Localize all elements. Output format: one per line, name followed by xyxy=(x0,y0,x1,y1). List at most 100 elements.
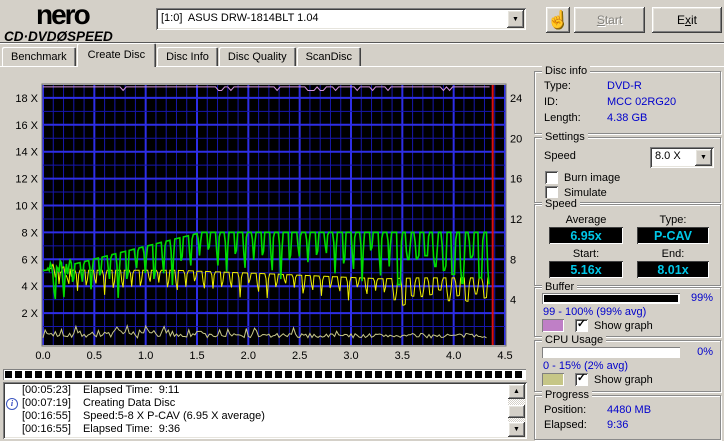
log-line: i [00:07:19] Creating Data Disc xyxy=(5,397,507,410)
check-icon: ✓ xyxy=(576,318,587,330)
tab-create-disc[interactable]: Create Disc xyxy=(76,43,157,67)
svg-text:0.5: 0.5 xyxy=(87,350,102,362)
cpu-show-graph-checkbox[interactable]: ✓ xyxy=(575,373,588,386)
cpu-show-graph-label: Show graph xyxy=(594,373,653,386)
start-speed-label: Start: xyxy=(572,248,600,260)
end-speed-label: End: xyxy=(661,248,685,260)
buffer-level-meter xyxy=(542,293,680,304)
svg-text:2.5: 2.5 xyxy=(292,350,307,362)
info-icon: i xyxy=(6,398,18,410)
buffer-group: Buffer 99% 99 - 100% (99% avg) ✓ Show gr… xyxy=(534,281,721,337)
disc-id-label: ID: xyxy=(544,96,559,108)
burn-image-checkbox-row: Burn image xyxy=(545,171,620,184)
start-speed-value: 5.16x xyxy=(549,261,623,278)
progress-group: Progress Position: 4480 MB Elapsed: 9:36 xyxy=(534,389,721,440)
cpu-usage-meter xyxy=(542,347,680,358)
log-scrollbar[interactable]: ▲ ▼ xyxy=(508,384,525,437)
buffer-graph-row: ✓ Show graph xyxy=(542,319,653,332)
disc-id-value: MCC 02RG20 xyxy=(607,96,677,108)
chevron-down-icon[interactable]: ▼ xyxy=(695,149,712,166)
buffer-range: 99 - 100% (99% avg) xyxy=(543,306,647,318)
log-timestamp: [00:05:23] xyxy=(22,384,71,396)
average-speed-label: Average xyxy=(565,214,607,226)
svg-text:4 X: 4 X xyxy=(21,281,38,293)
buffer-level-fill xyxy=(544,295,678,302)
write-speed-label: Speed xyxy=(544,150,576,162)
disc-type-label: Type: xyxy=(544,80,571,92)
position-label: Position: xyxy=(544,404,587,416)
scroll-up-button[interactable]: ▲ xyxy=(508,384,525,399)
log-message: Creating Data Disc xyxy=(82,397,176,409)
log-lines: [00:05:23] Elapsed Time: 9:11 i [00:07:19] C… xyxy=(5,384,507,437)
log-message: Elapsed Time: 9:11 xyxy=(82,384,180,396)
svg-text:4: 4 xyxy=(510,295,516,307)
burn-image-label: Burn image xyxy=(564,171,621,184)
svg-text:6 X: 6 X xyxy=(21,254,38,266)
cpu-percent: 0% xyxy=(697,346,713,358)
scroll-down-button[interactable]: ▼ xyxy=(508,422,525,437)
log-message: Speed:5-8 X P-CAV (6.95 X average) xyxy=(82,410,265,422)
svg-text:12: 12 xyxy=(510,214,522,226)
log-message: Elapsed Time: 9:36 xyxy=(82,423,181,435)
svg-text:18 X: 18 X xyxy=(15,93,38,105)
speed-type-label: Type: xyxy=(659,214,687,226)
svg-text:14 X: 14 X xyxy=(15,147,38,159)
svg-text:1.5: 1.5 xyxy=(189,350,204,362)
svg-text:0.0: 0.0 xyxy=(35,350,50,362)
svg-text:16 X: 16 X xyxy=(15,120,38,132)
group-title: Progress xyxy=(542,389,593,401)
svg-text:8 X: 8 X xyxy=(21,227,38,239)
svg-text:1.0: 1.0 xyxy=(138,350,153,362)
group-title: Speed xyxy=(542,198,580,210)
buffer-color-swatch xyxy=(542,319,564,332)
scrollbar-thumb[interactable] xyxy=(508,405,525,418)
disc-info-group: Disc info Type: DVD-R ID: MCC 02RG20 Len… xyxy=(534,65,721,134)
position-value: 4480 MB xyxy=(607,404,652,416)
simulate-label: Simulate xyxy=(564,186,607,199)
check-icon: ✓ xyxy=(576,372,587,384)
speed-group: Speed Average Type: 6.95x P-CAV Start: E… xyxy=(534,198,721,286)
write-position-stripes xyxy=(5,371,524,378)
log-line: [00:05:23] Elapsed Time: 9:11 xyxy=(5,384,507,397)
svg-text:3.0: 3.0 xyxy=(343,350,358,362)
svg-text:20: 20 xyxy=(510,133,522,145)
svg-text:3.5: 3.5 xyxy=(395,350,410,362)
write-speed-value: 8.0 X xyxy=(655,150,681,162)
burn-image-checkbox[interactable] xyxy=(545,171,558,184)
end-speed-value: 8.01x xyxy=(637,261,709,278)
write-speed-dropdown[interactable]: 8.0 X ▼ xyxy=(650,147,714,168)
buffer-show-graph-label: Show graph xyxy=(594,319,653,332)
svg-text:4.5: 4.5 xyxy=(497,350,512,362)
svg-text:16: 16 xyxy=(510,174,522,186)
group-title: CPU Usage xyxy=(542,334,607,346)
cpu-range: 0 - 15% (2% avg) xyxy=(543,360,628,372)
arrow-up-icon: ▲ xyxy=(513,388,520,395)
svg-text:4.0: 4.0 xyxy=(446,350,461,362)
log-timestamp: [00:16:55] xyxy=(22,423,71,435)
group-title: Settings xyxy=(542,131,588,143)
svg-text:2.0: 2.0 xyxy=(241,350,256,362)
disc-length-label: Length: xyxy=(544,112,581,124)
log-timestamp: [00:16:55] xyxy=(22,410,71,422)
svg-text:12 X: 12 X xyxy=(15,174,38,186)
svg-text:10 X: 10 X xyxy=(15,201,38,213)
cpu-graph-row: ✓ Show graph xyxy=(542,373,653,386)
disc-type-value: DVD-R xyxy=(607,80,642,92)
log-line: [00:16:55] Speed:5-8 X P-CAV (6.95 X aver… xyxy=(5,410,507,423)
arrow-down-icon: ▼ xyxy=(513,426,520,433)
log-line: [00:16:55] Elapsed Time: 9:36 xyxy=(5,423,507,436)
cpu-usage-group: CPU Usage 0% 0 - 15% (2% avg) ✓ Show gra… xyxy=(534,334,721,392)
svg-text:8: 8 xyxy=(510,254,516,266)
svg-text:2 X: 2 X xyxy=(21,308,38,320)
svg-text:24: 24 xyxy=(510,93,522,105)
write-position-bar xyxy=(3,369,526,380)
settings-group: Settings Speed 8.0 X ▼ Burn image Simula… xyxy=(534,131,721,203)
disc-length-value: 4.38 GB xyxy=(607,112,648,124)
speed-type-value: P-CAV xyxy=(637,227,709,244)
elapsed-label: Elapsed: xyxy=(544,419,587,431)
buffer-show-graph-checkbox[interactable]: ✓ xyxy=(575,319,588,332)
status-log: [00:05:23] Elapsed Time: 9:11 i [00:07:19] C… xyxy=(3,382,527,439)
cpu-color-swatch xyxy=(542,373,564,386)
group-title: Buffer xyxy=(542,281,578,293)
average-speed-value: 6.95x xyxy=(549,227,623,244)
